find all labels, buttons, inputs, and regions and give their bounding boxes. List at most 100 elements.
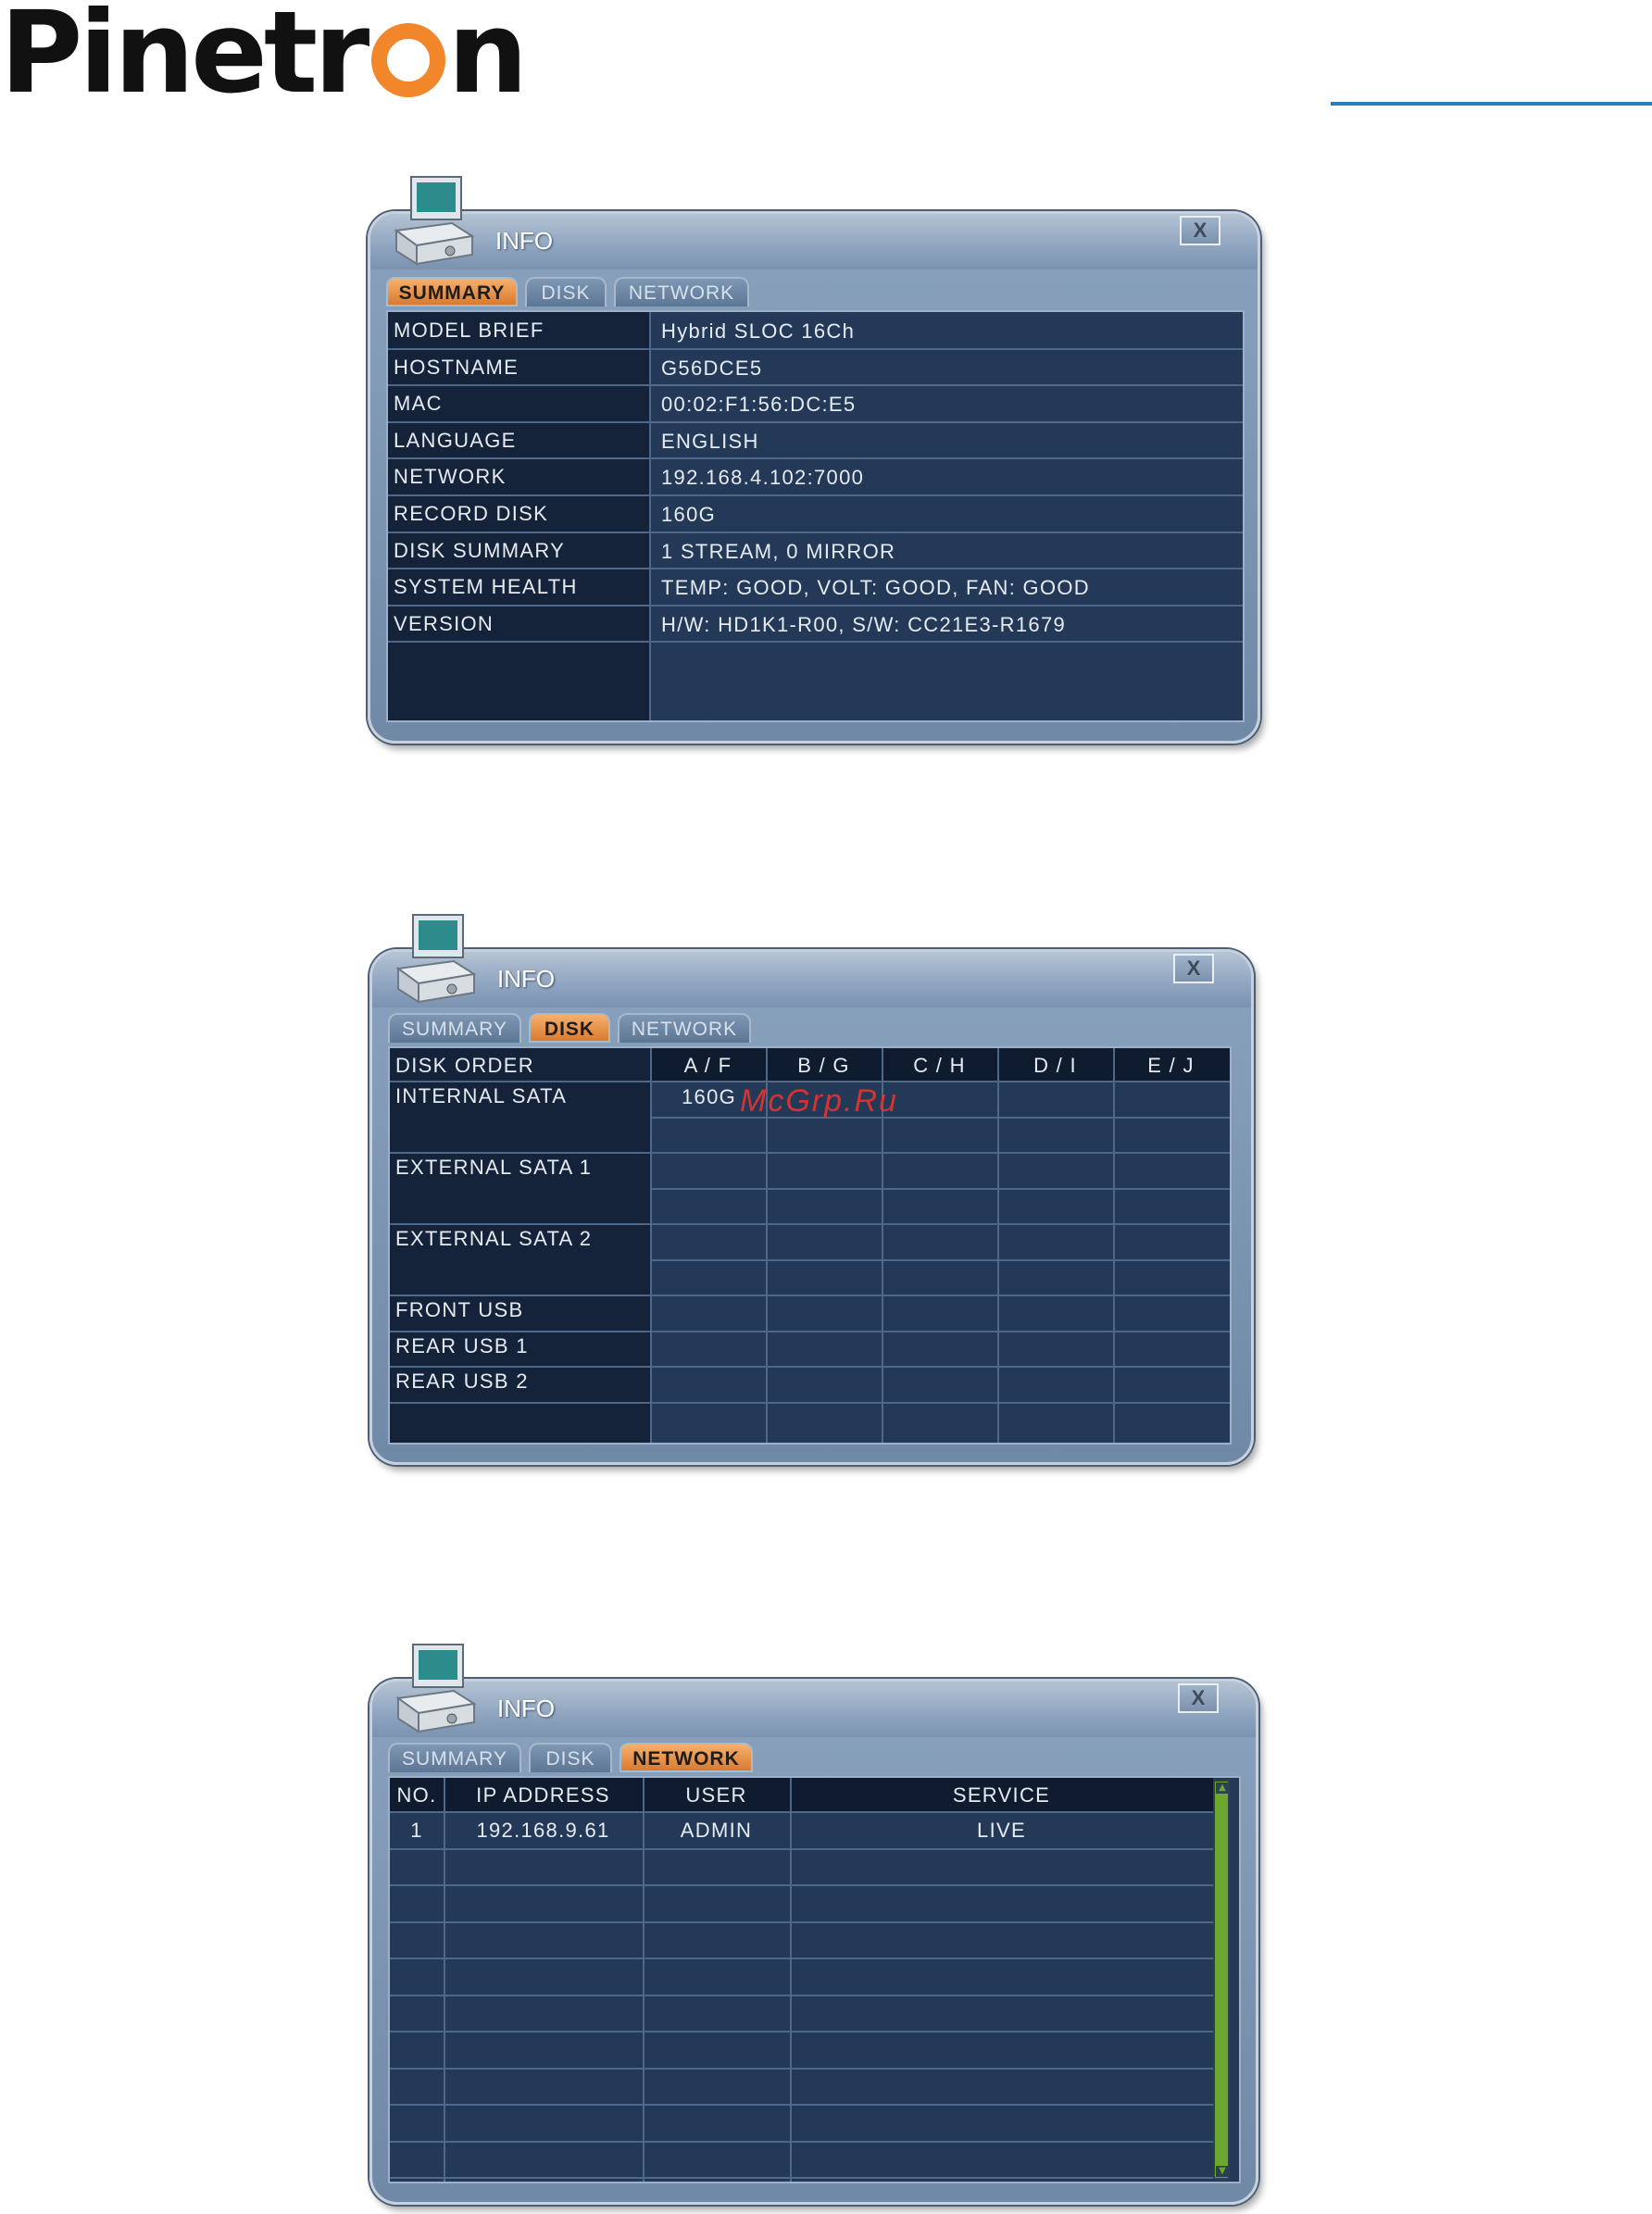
info-window-network: INFO X SUMMARY DISK NETWORK NO. IP ADDRES… (369, 1644, 1258, 2205)
pinetron-logo: Pinetr n (0, 0, 528, 119)
column-divider (649, 312, 651, 720)
summary-table: MODEL BRIEF Hybrid SLOC 16Ch HOSTNAME G56DC… (386, 310, 1245, 722)
row-divider (650, 1116, 1230, 1119)
close-button[interactable]: X (1178, 1683, 1219, 1713)
disk-row-label: REAR USB 2 (395, 1370, 529, 1393)
tab-summary[interactable]: SUMMARY (388, 1743, 521, 1772)
column-header: B / G (797, 1054, 850, 1077)
row-label: MODEL BRIEF (394, 319, 544, 342)
network-cell-no: 1 (410, 1819, 423, 1842)
row-divider (388, 531, 1243, 533)
row-label: VERSION (394, 611, 494, 635)
scroll-up-icon[interactable]: ▲ (1216, 1782, 1229, 1794)
disk-order-label: DISK ORDER (395, 1054, 534, 1077)
row-label: MAC (394, 392, 443, 416)
row-divider (388, 604, 1243, 607)
column-divider (650, 1048, 652, 1443)
column-header: A / F (683, 1054, 732, 1077)
disk-row-label: FRONT USB (395, 1298, 524, 1321)
window-title: INFO (497, 1695, 556, 1722)
close-button[interactable]: X (1173, 954, 1214, 983)
column-header: NO. (396, 1783, 437, 1807)
watermark: McGrp.Ru (740, 1083, 898, 1119)
column-divider (1113, 1048, 1115, 1443)
column-header: C / H (913, 1054, 966, 1077)
row-value: 160G (661, 503, 717, 526)
row-divider (390, 1958, 1213, 1959)
row-divider (390, 2177, 1213, 2179)
tab-network[interactable]: NETWORK (618, 1013, 751, 1043)
row-value: 192.168.4.102:7000 (661, 466, 865, 490)
row-divider (388, 384, 1243, 387)
row-divider (390, 1884, 1213, 1886)
row-value: Hybrid SLOC 16Ch (661, 319, 856, 343)
row-divider (390, 1366, 1230, 1368)
column-header: IP ADDRESS (476, 1783, 610, 1807)
row-divider (390, 1295, 1230, 1296)
row-divider (390, 2140, 1213, 2143)
disk-row-label: INTERNAL SATA (395, 1084, 568, 1107)
row-divider (388, 568, 1243, 570)
disk-row-label: EXTERNAL SATA 1 (395, 1156, 593, 1179)
disk-table: DISK ORDER A / F B / G C / H D / I E / J INTER… (388, 1046, 1232, 1445)
row-value: 00:02:F1:56:DC:E5 (661, 393, 857, 417)
row-divider (388, 457, 1243, 460)
network-table: NO. IP ADDRESS USER SERVICE 1 192.168.9.61 ADM… (388, 1776, 1241, 2183)
row-value: 1 STREAM, 0 MIRROR (661, 539, 896, 563)
row-divider (390, 2104, 1213, 2106)
row-divider (388, 494, 1243, 496)
row-divider (390, 2067, 1213, 2070)
row-label: SYSTEM HEALTH (394, 575, 578, 599)
row-divider (388, 420, 1243, 423)
row-value: TEMP: GOOD, VOLT: GOOD, FAN: GOOD (661, 576, 1090, 600)
scrollbar[interactable]: ▲ ▼ (1213, 1780, 1230, 2180)
network-cell-user: ADMIN (680, 1819, 753, 1842)
tab-network[interactable]: NETWORK (620, 1743, 753, 1772)
scroll-down-icon[interactable]: ▼ (1216, 2166, 1229, 2177)
disk-row-label: EXTERNAL SATA 2 (395, 1227, 593, 1250)
window-title: INFO (495, 227, 554, 255)
column-header: D / I (1033, 1054, 1077, 1077)
network-cell-service: LIVE (977, 1819, 1026, 1842)
tab-summary[interactable]: SUMMARY (386, 277, 518, 306)
header-divider (390, 1081, 1230, 1082)
row-label: DISK SUMMARY (394, 538, 566, 562)
disk-capacity: 160G (682, 1085, 737, 1108)
row-divider (390, 1330, 1230, 1332)
window-title: INFO (497, 965, 556, 993)
row-label: NETWORK (394, 465, 507, 489)
disk-row-label: REAR USB 1 (395, 1333, 529, 1357)
column-header: USER (685, 1783, 747, 1807)
row-divider (390, 1847, 1213, 1850)
computer-icon (394, 176, 474, 266)
computer-icon (395, 1644, 476, 1733)
row-divider (650, 1258, 1230, 1261)
row-value: ENGLISH (661, 429, 759, 453)
network-cell-ip: 192.168.9.61 (476, 1819, 610, 1842)
row-value: G56DCE5 (661, 356, 763, 380)
row-divider (390, 1994, 1213, 1996)
row-divider (650, 1187, 1230, 1190)
row-label: HOSTNAME (394, 355, 519, 379)
row-divider (388, 641, 1243, 644)
row-divider (390, 1223, 1230, 1225)
row-divider (390, 1811, 1213, 1813)
column-divider (997, 1048, 999, 1443)
tab-disk[interactable]: DISK (529, 1013, 610, 1043)
row-divider (390, 1920, 1213, 1923)
info-window-disk: INFO X SUMMARY DISK NETWORK DISK ORDER A … (369, 914, 1254, 1465)
row-divider (390, 2031, 1213, 2033)
close-button[interactable]: X (1180, 216, 1220, 245)
logo-o-ring (371, 23, 446, 97)
tab-disk[interactable]: DISK (525, 277, 607, 306)
row-value: H/W: HD1K1-R00, S/W: CC21E3-R1679 (661, 612, 1067, 636)
tab-summary[interactable]: SUMMARY (388, 1013, 521, 1043)
header-rule (1331, 102, 1652, 106)
row-label: RECORD DISK (394, 502, 549, 525)
row-label: LANGUAGE (394, 428, 517, 452)
info-window-summary: INFO X SUMMARY DISK NETWORK MODEL BRIEF H… (368, 176, 1260, 744)
tab-disk[interactable]: DISK (529, 1743, 612, 1772)
tab-network[interactable]: NETWORK (614, 277, 749, 306)
row-divider (388, 347, 1243, 350)
row-divider (390, 1152, 1230, 1154)
